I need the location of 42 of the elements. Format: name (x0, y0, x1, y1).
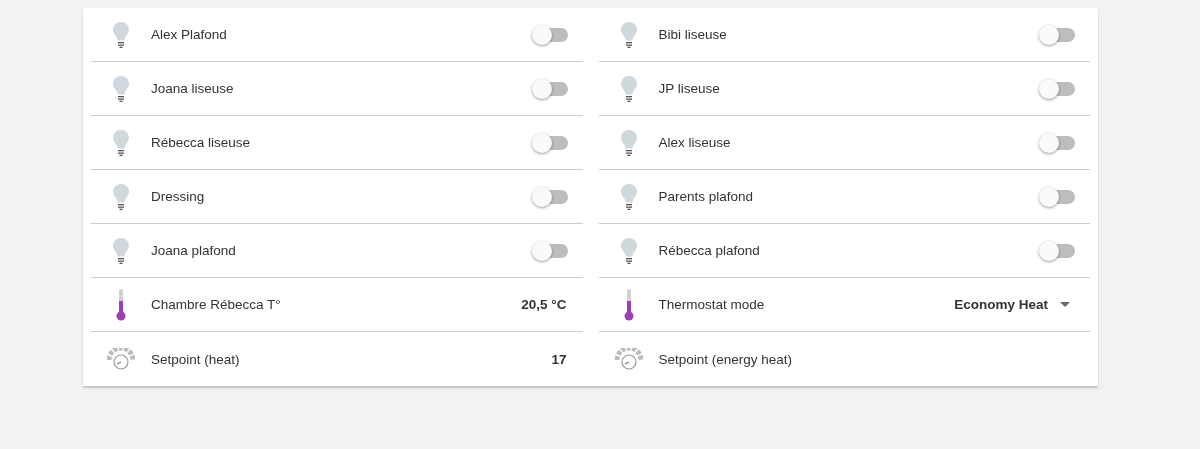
bulb-icon (620, 237, 637, 264)
entity-value: 20,5 °C (521, 297, 567, 312)
bulb-icon (113, 129, 129, 156)
bulb-icon (113, 183, 129, 210)
toggle-switch[interactable] (1039, 78, 1075, 99)
toggle-switch[interactable] (1039, 240, 1075, 261)
toggle-switch[interactable] (1039, 24, 1075, 45)
toggle-switch[interactable] (531, 186, 568, 207)
bulb-icon (620, 21, 637, 48)
toggle-switch[interactable] (531, 24, 568, 45)
bulb-icon (620, 129, 637, 156)
entity-name: JP liseuse (658, 81, 721, 96)
bulb-icon (113, 75, 129, 102)
gauge-icon (107, 348, 135, 370)
entity-name: Bibi liseuse (658, 27, 728, 42)
entity-name: Setpoint (energy heat) (658, 351, 794, 367)
bulb-icon (113, 237, 129, 264)
entity-name: Chambre Rébecca T° (151, 297, 282, 312)
entity-value: 17 (551, 351, 567, 367)
toggle-switch[interactable] (1039, 132, 1075, 153)
thermometer-icon (116, 288, 126, 321)
entity-name: Rébecca liseuse (151, 135, 252, 150)
entity-name: Thermostat mode (658, 297, 766, 312)
toggle-switch[interactable] (1039, 186, 1075, 207)
entity-name: Joana plafond (151, 243, 237, 258)
thermometer-icon (623, 288, 634, 321)
entity-name: Rébecca plafond (658, 243, 761, 258)
bulb-icon (620, 183, 637, 210)
gauge-icon (614, 348, 643, 370)
mode-dropdown[interactable]: Economy Heat (954, 297, 1070, 312)
entity-name: Parents plafond (658, 189, 755, 204)
entity-name: Alex liseuse (658, 135, 732, 150)
entity-name: Alex Plafond (151, 27, 228, 42)
toggle-switch[interactable] (531, 132, 568, 153)
caret-icon (1060, 302, 1070, 307)
entity-name: Setpoint (heat) (151, 351, 241, 367)
toggle-switch[interactable] (531, 240, 568, 261)
bulb-icon (113, 21, 129, 48)
entity-name: Joana liseuse (151, 81, 235, 96)
entity-name: Dressing (151, 189, 206, 204)
toggle-switch[interactable] (531, 78, 568, 99)
bulb-icon (620, 75, 637, 102)
